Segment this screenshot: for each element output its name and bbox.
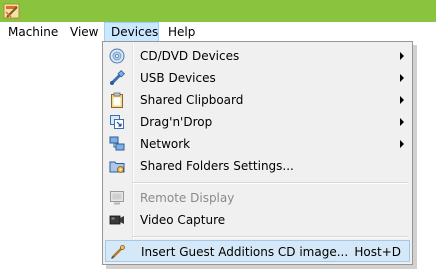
remote-display-icon [110, 191, 124, 205]
submenu-arrow-icon [400, 52, 404, 60]
video-capture-icon [109, 215, 124, 225]
menu-item-insert-guest-additions[interactable]: Insert Guest Additions CD image... Host+… [105, 240, 410, 262]
menu-item-label: USB Devices [140, 71, 216, 85]
menu-item-label: Drag'n'Drop [140, 115, 213, 129]
menu-item-remote-display: Remote Display [105, 187, 410, 209]
cd-dvd-icon [109, 48, 125, 64]
clipboard-icon [111, 92, 123, 108]
shared-folders-icon [109, 161, 125, 173]
menu-help[interactable]: Help [162, 22, 201, 43]
devices-dropdown-menu: CD/DVD Devices USB Devices Shared Clipbo… [102, 41, 413, 265]
title-bar [0, 0, 436, 22]
guest-additions-icon [110, 245, 125, 260]
submenu-arrow-icon [400, 96, 404, 104]
menu-separator [133, 236, 408, 238]
submenu-arrow-icon [400, 140, 404, 148]
menu-devices[interactable]: Devices [104, 22, 159, 43]
menu-bar: Machine View Devices Help [0, 22, 436, 43]
menu-item-usb-devices[interactable]: USB Devices [105, 67, 410, 89]
menu-item-label: CD/DVD Devices [140, 49, 240, 63]
menu-separator [133, 182, 408, 184]
menu-item-network[interactable]: Network [105, 133, 410, 155]
menu-item-label: Shared Folders Settings... [140, 159, 294, 173]
menu-item-shared-folders-settings[interactable]: Shared Folders Settings... [105, 155, 410, 177]
menu-item-label: Insert Guest Additions CD image... [141, 245, 349, 259]
menu-item-shared-clipboard[interactable]: Shared Clipboard [105, 89, 410, 111]
drag-drop-icon [110, 115, 124, 129]
menu-item-cd-dvd-devices[interactable]: CD/DVD Devices [105, 45, 410, 67]
network-icon [109, 136, 125, 151]
menu-item-label: Remote Display [140, 191, 235, 205]
menu-machine[interactable]: Machine [2, 22, 64, 43]
menu-item-label: Shared Clipboard [140, 93, 244, 107]
usb-icon [110, 70, 125, 85]
submenu-arrow-icon [400, 74, 404, 82]
keyboard-shortcut: Host+D [354, 245, 401, 259]
menu-item-label: Video Capture [140, 213, 226, 227]
virtualbox-app-icon[interactable] [2, 1, 22, 21]
menu-item-drag-n-drop[interactable]: Drag'n'Drop [105, 111, 410, 133]
menu-view[interactable]: View [64, 22, 104, 43]
menu-item-video-capture[interactable]: Video Capture [105, 209, 410, 231]
menu-item-label: Network [140, 137, 191, 151]
submenu-arrow-icon [400, 118, 404, 126]
